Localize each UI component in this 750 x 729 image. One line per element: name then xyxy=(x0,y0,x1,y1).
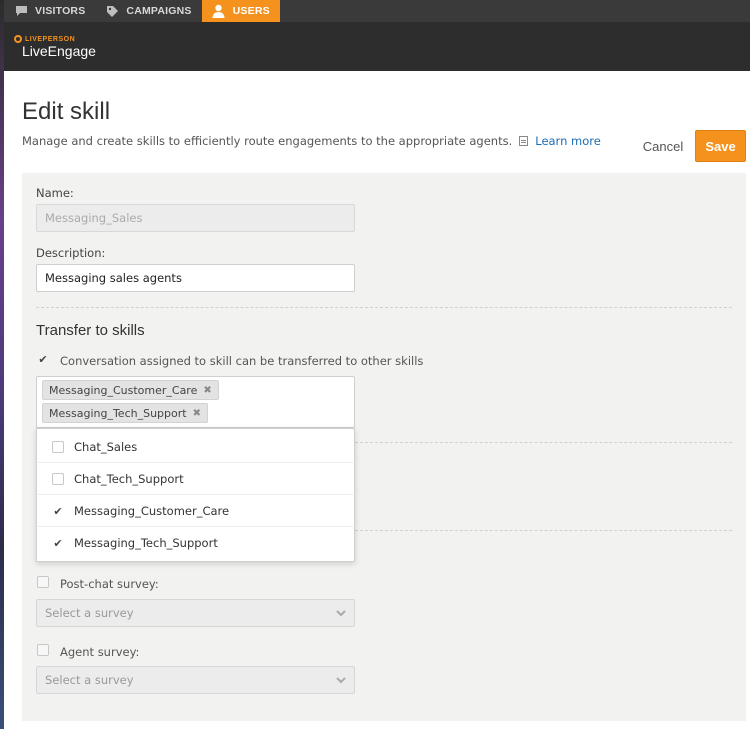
chat-bubble-icon xyxy=(14,4,28,18)
description-label: Description: xyxy=(36,246,106,260)
chevron-down-icon xyxy=(336,610,346,617)
top-nav: VISITORS CAMPAIGNS USERS xyxy=(4,0,750,22)
skill-tag: Messaging_Customer_Care ✖ xyxy=(42,380,219,400)
user-icon xyxy=(212,4,226,18)
remove-tag-icon[interactable]: ✖ xyxy=(203,385,211,396)
post-chat-survey-label: Post-chat survey: xyxy=(60,577,159,591)
option-checkbox[interactable] xyxy=(52,473,64,485)
tab-campaigns[interactable]: CAMPAIGNS xyxy=(95,0,201,22)
transfer-checkbox[interactable] xyxy=(37,353,49,365)
tab-users[interactable]: USERS xyxy=(201,0,280,22)
remove-tag-icon[interactable]: ✖ xyxy=(193,408,201,419)
learn-more-link[interactable]: Learn more xyxy=(535,134,601,148)
app-name: LiveEngage xyxy=(22,43,96,59)
cancel-button[interactable]: Cancel xyxy=(634,131,692,161)
dropdown-option[interactable]: Chat_Tech_Support xyxy=(38,463,353,495)
transfer-checkbox-label: Conversation assigned to skill can be tr… xyxy=(60,354,424,368)
post-chat-survey-select[interactable]: Select a survey xyxy=(36,599,355,627)
tab-label: CAMPAIGNS xyxy=(126,5,192,17)
agent-survey-checkbox[interactable] xyxy=(37,644,49,656)
option-checkbox[interactable] xyxy=(52,441,64,453)
section-divider xyxy=(36,307,732,308)
post-chat-survey-checkbox[interactable] xyxy=(37,576,49,588)
dropdown-option[interactable]: Chat_Sales xyxy=(38,431,353,463)
section-divider xyxy=(355,530,732,531)
page-title: Edit skill xyxy=(22,98,111,125)
skills-tag-input[interactable]: Messaging_Customer_Care ✖ Messaging_Tech… xyxy=(36,376,355,428)
tag-icon xyxy=(105,4,119,18)
document-icon xyxy=(519,136,529,146)
skill-tag: Messaging_Tech_Support ✖ xyxy=(42,403,208,423)
option-checkbox[interactable] xyxy=(52,505,64,517)
section-divider xyxy=(355,442,732,443)
name-field: Messaging_Sales xyxy=(36,204,355,232)
option-checkbox[interactable] xyxy=(52,537,64,549)
tab-label: VISITORS xyxy=(35,5,86,17)
agent-survey-label: Agent survey: xyxy=(60,645,140,659)
logo-ring-icon xyxy=(14,35,22,43)
liveperson-logo: LIVEPERSON xyxy=(14,35,75,43)
transfer-section-title: Transfer to skills xyxy=(36,322,145,339)
tab-label: USERS xyxy=(232,5,270,17)
dropdown-option[interactable]: Messaging_Customer_Care xyxy=(38,495,353,527)
tab-visitors[interactable]: VISITORS xyxy=(4,0,95,22)
page-subtitle: Manage and create skills to efficiently … xyxy=(22,134,601,148)
agent-survey-select[interactable]: Select a survey xyxy=(36,666,355,694)
desktop-background xyxy=(0,0,4,729)
chevron-down-icon xyxy=(336,677,346,684)
dropdown-option[interactable]: Messaging_Tech_Support xyxy=(38,527,353,559)
skills-dropdown: Chat_Sales Chat_Tech_Support Messaging_C… xyxy=(36,428,355,562)
description-field[interactable]: Messaging sales agents xyxy=(36,264,355,292)
subtitle-text: Manage and create skills to efficiently … xyxy=(22,134,513,148)
save-button[interactable]: Save xyxy=(695,130,746,162)
name-label: Name: xyxy=(36,186,74,200)
brand-bar: LIVEPERSON LiveEngage xyxy=(4,22,750,71)
